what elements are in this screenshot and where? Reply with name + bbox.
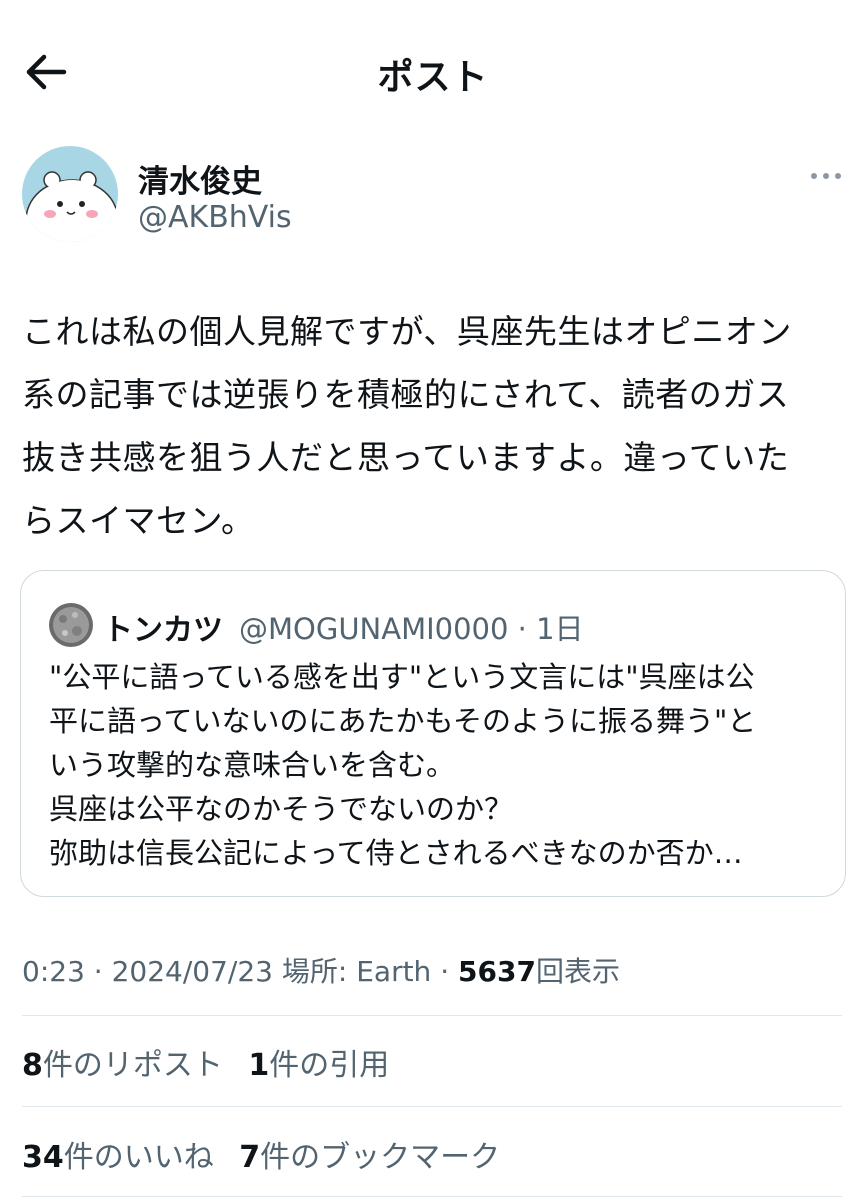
quotes-stat[interactable]: 1件の引用	[248, 1040, 389, 1084]
stats-row-reposts: 8件のリポスト 1件の引用	[22, 1040, 405, 1084]
more-button[interactable]	[806, 166, 846, 186]
more-dots-icon	[811, 173, 841, 179]
divider	[22, 1196, 842, 1197]
quoted-text-line: 呉座は公平なのかそうでないのか？	[49, 792, 514, 826]
stats-row-likes: 34件のいいね 7件のブックマーク	[22, 1132, 516, 1176]
divider	[22, 1015, 842, 1016]
quoted-post-card[interactable]: トンカツ @MOGUNAMI0000 · 1日 "公平に語っている感を出す"とい…	[20, 570, 846, 897]
quoted-text-line: 平に語っていないのにあたかもそのように振る舞う"と	[49, 704, 757, 738]
quotes-label: 件の引用	[269, 1048, 390, 1083]
post-location: 場所: Earth	[272, 955, 432, 988]
quoted-display-name: トンカツ	[103, 613, 223, 648]
post-detail-page: ポスト 清水俊史 @AKBhVis これは私の個人見解ですが、呉座先生はオピニオ…	[0, 0, 866, 1200]
meta-separator: ·	[431, 955, 459, 988]
post-text-line: らスイマセン。	[22, 501, 255, 540]
author-handle[interactable]: @AKBhVis	[138, 200, 292, 235]
divider	[22, 1106, 842, 1107]
reposts-stat[interactable]: 8件のリポスト	[22, 1040, 223, 1084]
quoted-text-line: "公平に語っている感を出す"という文言には"呉座は公	[49, 660, 755, 694]
likes-label: 件のいいね	[63, 1140, 214, 1175]
author-display-name[interactable]: 清水俊史	[138, 156, 262, 201]
post-meta: 0:23 · 2024/07/23 場所: Earth · 5637回表示	[22, 950, 620, 990]
quoted-text-line: 弥助は信長公記によって侍とされるべきなのか否か…	[49, 836, 743, 870]
quoted-handle-time: @MOGUNAMI0000 · 1日	[239, 612, 584, 646]
post-time[interactable]: 0:23	[22, 955, 85, 988]
post-text-line: これは私の個人見解ですが、呉座先生はオピニオン	[22, 312, 792, 351]
post-text: これは私の個人見解ですが、呉座先生はオピニオン 系の記事では逆張りを積極的にされ…	[22, 300, 852, 552]
bookmarks-label: 件のブックマーク	[260, 1140, 501, 1175]
bookmarks-count: 7	[239, 1140, 261, 1175]
views-count: 5637	[458, 955, 536, 988]
post-text-line: 系の記事では逆張りを積極的にされて、読者のガス	[22, 375, 790, 414]
quoted-avatar	[49, 603, 93, 647]
quotes-count: 1	[248, 1048, 270, 1083]
post-text-line: 抜き共感を狙う人だと思っていますよ。違っていた	[22, 438, 790, 477]
top-bar: ポスト	[0, 0, 866, 140]
page-title: ポスト	[377, 57, 489, 98]
post-date[interactable]: 2024/07/23	[112, 955, 273, 988]
likes-count: 34	[22, 1140, 64, 1175]
quoted-text: "公平に語っている感を出す"という文言には"呉座は公 平に語っていないのにあたか…	[49, 655, 829, 875]
meta-separator: ·	[84, 955, 112, 988]
views-label: 回表示	[535, 955, 620, 988]
reposts-count: 8	[22, 1048, 43, 1083]
avatar-image	[22, 146, 118, 242]
likes-stat[interactable]: 34件のいいね	[22, 1132, 214, 1176]
bookmarks-stat[interactable]: 7件のブックマーク	[239, 1132, 500, 1176]
reposts-label: 件のリポスト	[42, 1048, 223, 1083]
quoted-text-line: いう攻撃的な意味合いを含む。	[49, 748, 456, 782]
quoted-avatar-image	[49, 603, 93, 647]
avatar[interactable]	[22, 146, 118, 242]
